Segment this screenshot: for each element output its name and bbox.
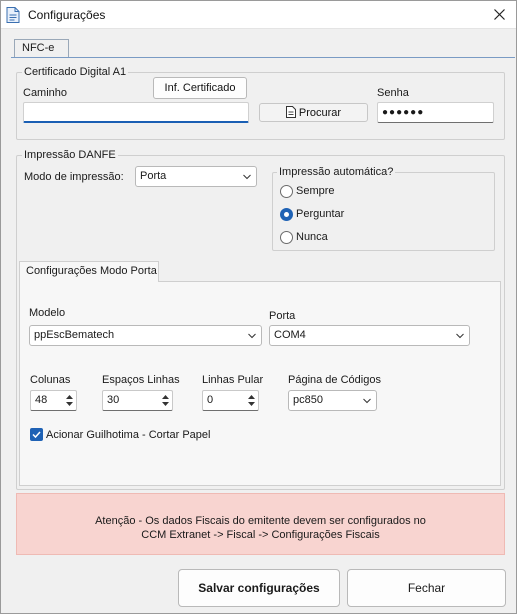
pagina-codigos-label: Página de Códigos	[288, 374, 381, 386]
radio-sempre-label: Sempre	[296, 185, 335, 197]
close-button[interactable]	[482, 1, 516, 28]
guilhotina-label: Acionar Guilhotima - Cortar Papel	[46, 429, 211, 441]
chevron-down-icon	[248, 333, 256, 339]
banner-line-1: Atenção - Os dados Fiscais do emitente d…	[95, 515, 426, 527]
chevron-down-icon	[363, 398, 371, 404]
porta-label: Porta	[269, 310, 296, 322]
linhas-pular-label: Linhas Pular	[202, 374, 264, 386]
modo-impressao-select[interactable]: Porta	[135, 166, 257, 187]
porta-value: COM4	[274, 329, 306, 341]
pagina-codigos-value: pc850	[293, 394, 323, 406]
chevron-down-icon	[243, 174, 251, 180]
impressao-group-title: Impressão DANFE	[22, 149, 118, 161]
attention-banner: Atenção - Os dados Fiscais do emitente d…	[16, 493, 505, 555]
spinner-arrows-icon[interactable]	[247, 393, 256, 408]
tab-divider	[11, 57, 515, 58]
espacos-linhas-label: Espaços Linhas	[102, 374, 180, 386]
caminho-label: Caminho	[23, 87, 68, 99]
espacos-linhas-spinner[interactable]: 30	[102, 390, 173, 411]
colunas-value: 48	[35, 394, 48, 406]
procurar-label: Procurar	[298, 107, 342, 119]
guilhotina-checkbox[interactable]	[30, 428, 43, 441]
radio-sempre-circle[interactable]	[280, 185, 293, 198]
radio-perguntar[interactable]: Perguntar	[280, 208, 360, 222]
banner-line-2: CCM Extranet -> Fiscal -> Configurações …	[141, 529, 380, 541]
window-title: Configurações	[28, 8, 106, 22]
senha-input[interactable]: ●●●●●●	[377, 102, 494, 123]
check-icon	[32, 431, 41, 439]
fechar-button[interactable]: Fechar	[347, 569, 506, 607]
caminho-input[interactable]	[23, 102, 249, 123]
radio-nunca-circle[interactable]	[280, 231, 293, 244]
procurar-button[interactable]: Procurar	[259, 103, 368, 122]
radio-perguntar-circle[interactable]	[280, 208, 293, 221]
impressao-automatica-title: Impressão automática?	[277, 166, 396, 178]
radio-nunca-label: Nunca	[296, 231, 328, 243]
document-icon	[285, 106, 296, 118]
spinner-arrows-icon[interactable]	[65, 393, 74, 408]
radio-perguntar-label: Perguntar	[296, 208, 345, 220]
senha-value: ●●●●●●	[382, 107, 425, 118]
modelo-label: Modelo	[29, 307, 66, 319]
title-bar: Configurações	[1, 1, 516, 29]
modo-impressao-value: Porta	[140, 170, 167, 182]
linhas-pular-value: 0	[207, 394, 214, 406]
certificado-group-title: Certificado Digital A1	[22, 66, 129, 78]
modelo-value: ppEscBematech	[34, 329, 115, 341]
chevron-down-icon	[456, 333, 464, 339]
inf-certificado-button[interactable]: Inf. Certificado	[153, 77, 247, 99]
colunas-spinner[interactable]: 48	[30, 390, 77, 411]
spinner-arrows-icon[interactable]	[161, 393, 170, 408]
document-icon	[6, 7, 20, 23]
tab-nfce[interactable]: NFC-e	[14, 39, 69, 58]
colunas-label: Colunas	[30, 374, 71, 386]
espacos-linhas-value: 30	[107, 394, 120, 406]
radio-nunca[interactable]: Nunca	[280, 231, 360, 245]
close-icon	[493, 9, 505, 20]
modo-impressao-label: Modo de impressão:	[24, 171, 124, 183]
linhas-pular-spinner[interactable]: 0	[202, 390, 259, 411]
config-window: Configurações NFC-e Certificado Digital …	[0, 0, 517, 614]
save-button[interactable]: Salvar configurações	[178, 569, 340, 607]
senha-label: Senha	[377, 87, 409, 99]
tab-porta-config[interactable]: Configurações Modo Porta	[19, 261, 159, 282]
radio-sempre[interactable]: Sempre	[280, 185, 360, 199]
modelo-select[interactable]: ppEscBematech	[29, 325, 262, 346]
pagina-codigos-select[interactable]: pc850	[288, 390, 377, 411]
porta-select[interactable]: COM4	[269, 325, 470, 346]
